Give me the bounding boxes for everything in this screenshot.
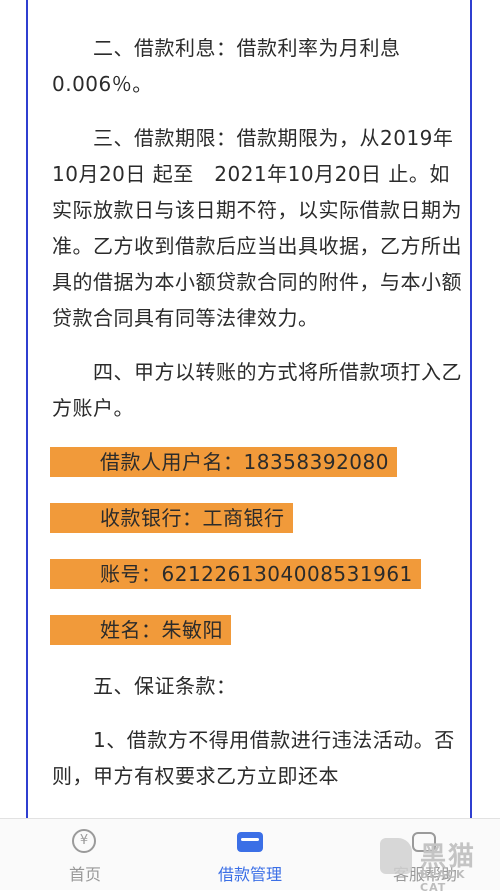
highlight-bank: 收款银行：工商银行 [50, 503, 293, 533]
clause-guarantee-1: 1、借款方不得用借款进行违法活动。否则，甲方有权要求乙方立即还本 [52, 728, 455, 788]
highlight-account: 账号：6212261304008531961 [50, 559, 421, 589]
highlight-username: 借款人用户名：18358392080 [50, 447, 397, 477]
tab-customer-service[interactable]: 客服帮助 [365, 819, 485, 890]
document-left-border [26, 0, 28, 818]
document-right-border [470, 0, 472, 818]
clause-guarantee-heading: 五、保证条款： [52, 674, 237, 698]
contract-document: 二、借款利息：借款利率为月利息0.006％。 三、借款期限：借款期限为，从201… [50, 30, 462, 794]
tab-home-label: 首页 [68, 865, 101, 884]
money-bag-icon: ¥ [72, 829, 98, 855]
clause-interest: 二、借款利息：借款利率为月利息0.006％。 [52, 36, 401, 96]
tab-loan-label: 借款管理 [217, 865, 282, 884]
clause-term: 三、借款期限：借款期限为，从2019年10月20日 起至 2021年10月20日… [52, 126, 462, 330]
clause-transfer: 四、甲方以转账的方式将所借款项打入乙方账户。 [52, 360, 462, 420]
tab-home[interactable]: ¥ 首页 [25, 819, 145, 890]
chat-icon [412, 829, 438, 855]
tab-service-label: 客服帮助 [392, 865, 457, 884]
highlight-name: 姓名：朱敏阳 [50, 615, 231, 645]
tab-loan-management[interactable]: 借款管理 [190, 819, 310, 890]
wallet-card-icon [237, 829, 263, 855]
bottom-tab-bar: ¥ 首页 借款管理 客服帮助 [0, 818, 500, 890]
